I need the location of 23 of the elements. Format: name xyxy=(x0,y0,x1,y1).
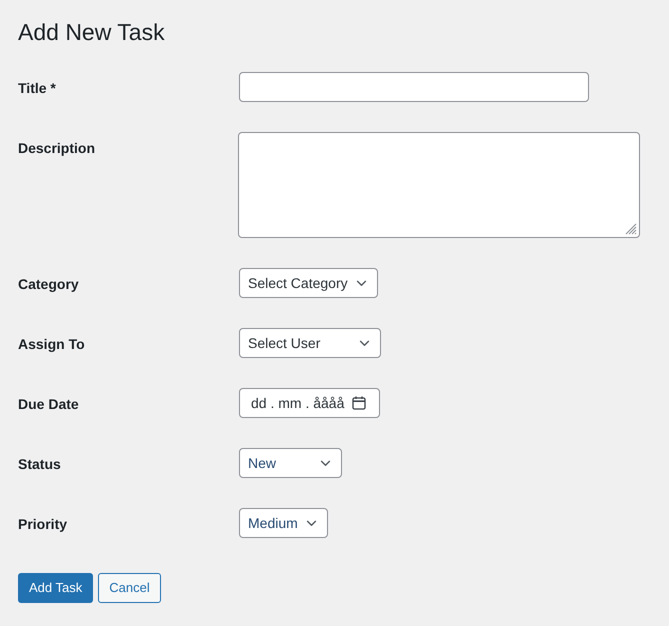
chevron-down-icon xyxy=(356,280,367,286)
field-label: Priority xyxy=(18,516,68,532)
select-dropdown[interactable]: Select User xyxy=(239,328,381,358)
page-title: Add New Task xyxy=(18,18,165,47)
submit-button[interactable]: Add Task xyxy=(18,573,94,603)
chevron-down-icon xyxy=(320,460,331,466)
select-dropdown[interactable]: New xyxy=(239,448,342,478)
textarea-field[interactable] xyxy=(238,132,640,238)
calendar-icon xyxy=(352,396,366,410)
field-label: Due Date xyxy=(18,396,79,412)
field-label: Assign To xyxy=(18,336,85,352)
field-label: Status xyxy=(18,456,61,472)
resize-grip-icon xyxy=(625,223,637,235)
text-input-field[interactable] xyxy=(239,72,589,102)
select-dropdown[interactable]: Select Category xyxy=(239,268,378,298)
field-label: Title * xyxy=(18,80,56,96)
cancel-button[interactable]: Cancel xyxy=(98,573,161,603)
chevron-down-icon xyxy=(306,520,317,526)
date-field[interactable]: dd . mm . åååå xyxy=(239,388,380,418)
chevron-down-icon xyxy=(359,340,370,346)
select-dropdown[interactable]: Medium xyxy=(239,508,328,538)
field-label: Description xyxy=(18,140,96,156)
field-label: Category xyxy=(18,276,79,292)
